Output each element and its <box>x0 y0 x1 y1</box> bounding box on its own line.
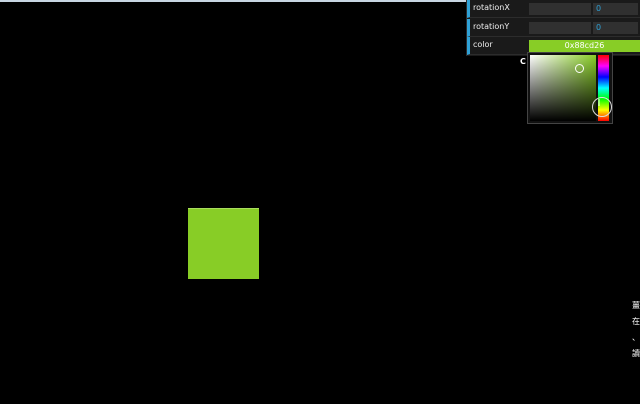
rotationy-row[interactable]: rotationY 0 <box>467 19 640 37</box>
rotationx-row[interactable]: rotationX 0 <box>467 0 640 18</box>
rotationy-input[interactable]: 0 <box>593 22 638 34</box>
edge-text-line: 薑 <box>632 301 640 310</box>
rotationx-input[interactable]: 0 <box>593 3 638 15</box>
picker-letter: C <box>520 57 526 66</box>
color-input[interactable]: 0x88cd26 <box>529 40 640 52</box>
background-text-fragment: 薑 在 、 讀 <box>632 298 640 368</box>
rotating-cube[interactable] <box>188 209 259 279</box>
color-picker-popup[interactable] <box>527 52 613 124</box>
rotationx-label: rotationX <box>473 3 510 12</box>
hue-slider[interactable] <box>592 55 612 121</box>
rotationy-slider[interactable] <box>529 22 591 34</box>
rotationy-label: rotationY <box>473 22 510 31</box>
rotationx-slider[interactable] <box>529 3 591 15</box>
edge-text-line: 在 <box>632 317 640 326</box>
controls-panel: rotationX 0 rotationY 0 color 0x88cd26 <box>466 0 640 56</box>
edge-text-line: 讀 <box>632 349 640 358</box>
saturation-value-field[interactable] <box>530 55 596 121</box>
text-cursor-icon: I <box>597 98 601 109</box>
color-label: color <box>473 40 493 49</box>
saturation-knob[interactable] <box>575 64 584 73</box>
edge-text-line: 、 <box>632 333 640 342</box>
